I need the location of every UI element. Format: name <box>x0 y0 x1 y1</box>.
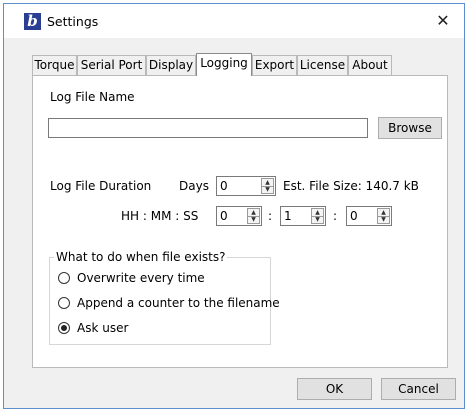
ok-button[interactable]: OK <box>297 378 372 400</box>
hh-mm-ss-label: HH : MM : SS <box>121 209 199 223</box>
radio-dot-icon <box>61 325 67 331</box>
days-spin-buttons[interactable]: ▲ ▼ <box>261 178 274 194</box>
hours-spinner[interactable]: 0 ▲ ▼ <box>216 206 262 226</box>
down-arrow-icon[interactable]: ▼ <box>378 216 389 223</box>
seconds-spin-buttons[interactable]: ▲ ▼ <box>377 208 390 224</box>
est-file-size-label: Est. File Size: 140.7 kB <box>283 179 419 193</box>
radio-overwrite-label[interactable]: Overwrite every time <box>77 271 205 285</box>
hours-value: 0 <box>220 209 228 223</box>
seconds-spinner[interactable]: 0 ▲ ▼ <box>346 206 392 226</box>
window-title: Settings <box>47 14 99 29</box>
minutes-value: 1 <box>284 209 292 223</box>
browse-button[interactable]: Browse <box>378 117 442 139</box>
radio-append-counter-label[interactable]: Append a counter to the filename <box>77 296 280 310</box>
days-label: Days <box>179 179 209 193</box>
logging-panel: Log File Name Browse Log File Duration D… <box>32 75 448 368</box>
tab-export[interactable]: Export <box>252 55 297 75</box>
down-arrow-icon[interactable]: ▼ <box>248 216 259 223</box>
radio-selected-icon[interactable] <box>58 322 70 334</box>
minutes-spinner[interactable]: 1 ▲ ▼ <box>280 206 326 226</box>
colon-separator: : <box>268 209 273 223</box>
log-file-name-input[interactable] <box>48 118 368 138</box>
radio-circle-icon[interactable] <box>58 272 70 284</box>
log-file-duration-label: Log File Duration <box>50 179 152 193</box>
days-spinner[interactable]: 0 ▲ ▼ <box>216 176 276 196</box>
tab-about[interactable]: About <box>348 55 392 75</box>
down-arrow-icon[interactable]: ▼ <box>312 216 323 223</box>
app-logo-icon: b <box>24 13 41 30</box>
tab-display[interactable]: Display <box>146 55 196 75</box>
cancel-button[interactable]: Cancel <box>381 378 456 400</box>
seconds-value: 0 <box>350 209 358 223</box>
tab-serial-port[interactable]: Serial Port <box>77 55 146 75</box>
tab-torque[interactable]: Torque <box>32 55 77 75</box>
file-exists-group-title: What to do when file exists? <box>54 250 228 264</box>
settings-window: b Settings ✕ Torque Serial Port Display … <box>3 3 465 409</box>
title-bar: b Settings ✕ <box>4 4 464 38</box>
log-file-name-label: Log File Name <box>50 90 135 104</box>
days-value: 0 <box>220 179 228 193</box>
radio-circle-icon[interactable] <box>58 297 70 309</box>
close-button[interactable]: ✕ <box>432 12 454 30</box>
radio-ask-user-label[interactable]: Ask user <box>77 321 128 335</box>
tab-license[interactable]: License <box>297 55 348 75</box>
hours-spin-buttons[interactable]: ▲ ▼ <box>247 208 260 224</box>
minutes-spin-buttons[interactable]: ▲ ▼ <box>311 208 324 224</box>
file-exists-group: What to do when file exists? Overwrite e… <box>49 250 280 345</box>
colon-separator: : <box>333 209 338 223</box>
tab-logging[interactable]: Logging <box>196 53 252 76</box>
down-arrow-icon[interactable]: ▼ <box>262 186 273 193</box>
